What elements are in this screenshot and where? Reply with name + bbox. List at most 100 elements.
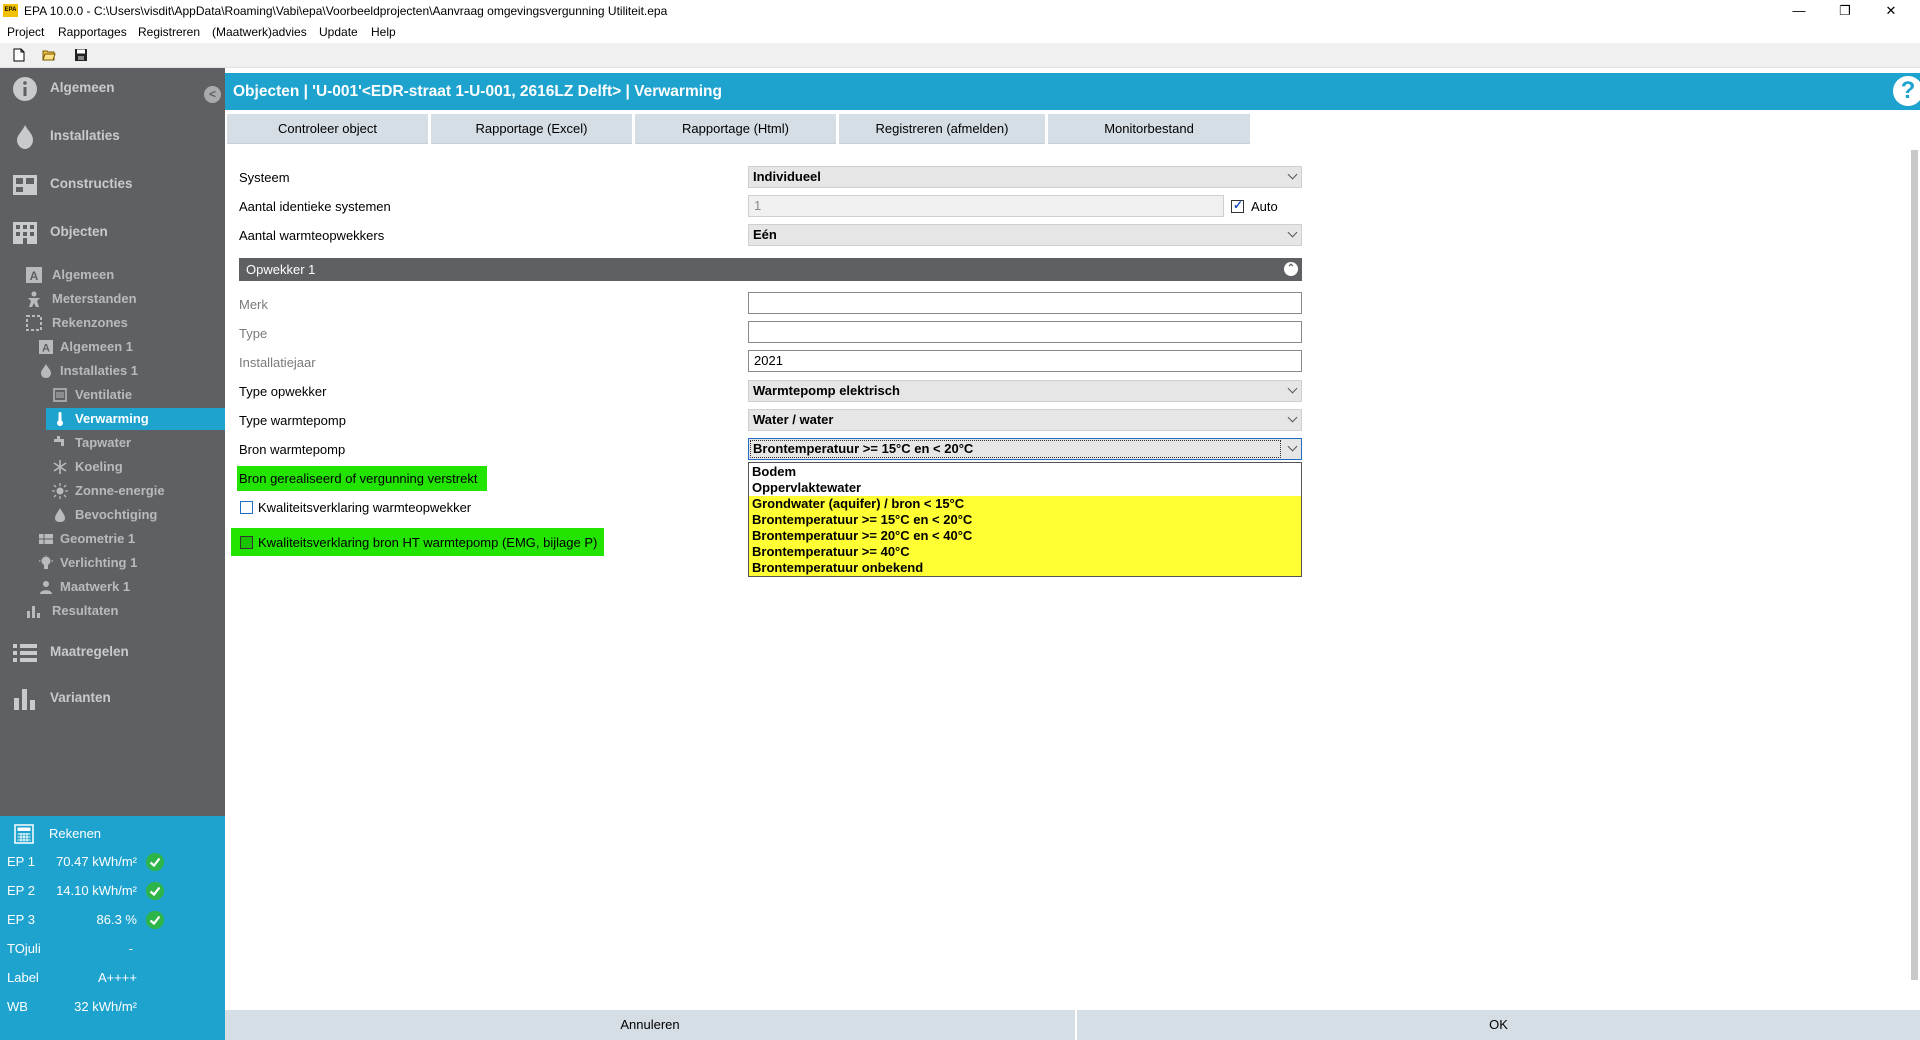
type-warmtepomp-select[interactable]: Water / water: [748, 409, 1302, 431]
nav-sub-resultaten[interactable]: Resultaten: [0, 600, 225, 622]
nav-sub-algemeen1[interactable]: A Algemeen 1: [0, 336, 225, 358]
meter-person-icon: [28, 291, 40, 307]
app-icon: EPA: [3, 4, 18, 17]
nav-sub-algemeen[interactable]: A Algemeen: [0, 264, 225, 286]
save-icon[interactable]: [74, 48, 88, 62]
dropdown-option[interactable]: Brontemperatuur onbekend: [749, 560, 1301, 576]
nav-sub-bevochtiging-label: Bevochtiging: [75, 507, 158, 522]
snowflake-icon: [53, 460, 67, 474]
calculator-icon: [14, 824, 34, 844]
auto-checkbox[interactable]: [1231, 198, 1244, 213]
flame-icon: [17, 125, 33, 149]
nav-sub-maatwerk1[interactable]: Maatwerk 1: [0, 576, 225, 598]
collapse-up-icon[interactable]: ⌃: [1284, 262, 1298, 276]
bron-warmtepomp-select[interactable]: Brontemperatuur >= 15°C en < 20°C: [748, 438, 1302, 460]
nav-sub-rekenzones[interactable]: Rekenzones: [0, 312, 225, 334]
sun-icon: [52, 483, 68, 499]
letter-a-icon: A: [39, 340, 53, 355]
geometry-icon: [39, 534, 53, 544]
open-folder-icon[interactable]: [42, 48, 56, 62]
menu-project[interactable]: Project: [7, 25, 44, 39]
type-opwekker-select[interactable]: Warmtepomp elektrisch: [748, 380, 1302, 402]
dropdown-option[interactable]: Brontemperatuur >= 40°C: [749, 544, 1301, 560]
dropdown-option[interactable]: Brontemperatuur >= 15°C en < 20°C: [749, 512, 1301, 528]
lamp-icon: [39, 555, 53, 569]
kwaliteit-opwekker-checkbox[interactable]: [240, 501, 253, 514]
minimize-button[interactable]: —: [1776, 1, 1822, 21]
menu-update[interactable]: Update: [319, 25, 358, 39]
list-icon: [13, 644, 37, 662]
new-file-icon[interactable]: [12, 48, 26, 62]
nav-sub-meterstanden[interactable]: Meterstanden: [0, 288, 225, 310]
help-icon[interactable]: ?: [1893, 76, 1920, 106]
registreren-afmelden-button[interactable]: Registreren (afmelden): [839, 114, 1045, 144]
result-value: -: [128, 941, 133, 956]
nav-sub-koeling[interactable]: Koeling: [0, 456, 225, 478]
chevron-down-icon: [1287, 412, 1298, 423]
annuleren-button[interactable]: Annuleren: [225, 1010, 1075, 1040]
installatiejaar-input[interactable]: 2021: [748, 350, 1302, 372]
ok-button[interactable]: OK: [1077, 1010, 1920, 1040]
menu-maatwerkadvies[interactable]: (Maatwerk)advies: [212, 25, 307, 39]
page-title: Objecten | 'U-001'<EDR-straat 1-U-001, 2…: [233, 83, 722, 100]
toolbar: [0, 43, 1920, 68]
nav-objecten[interactable]: Objecten: [0, 212, 225, 252]
dropdown-option[interactable]: Grondwater (aquifer) / bron < 15°C: [749, 496, 1301, 512]
nav-sub-geometrie1[interactable]: Geometrie 1: [0, 528, 225, 550]
bron-gerealiseerd-highlight: Bron gerealiseerd of vergunning verstrek…: [237, 466, 487, 491]
construction-grid-icon: [13, 175, 37, 195]
vertical-scrollbar[interactable]: [1909, 110, 1920, 1010]
controleer-object-button[interactable]: Controleer object: [227, 114, 428, 144]
nav-sub-installaties1[interactable]: Installaties 1: [0, 360, 225, 382]
systeem-select[interactable]: Individueel: [748, 166, 1302, 188]
rekenen-button[interactable]: Rekenen: [0, 822, 225, 846]
type-input[interactable]: [748, 321, 1302, 343]
chevron-down-icon: [1287, 169, 1298, 180]
nav-sub-ventilatie-label: Ventilatie: [75, 387, 133, 402]
page-header: Objecten | 'U-001'<EDR-straat 1-U-001, 2…: [225, 73, 1920, 110]
dropdown-option[interactable]: Brontemperatuur >= 20°C en < 40°C: [749, 528, 1301, 544]
kwaliteit-opwekker-label: Kwaliteitsverklaring warmteopwekker: [258, 500, 472, 515]
scrollbar-thumb[interactable]: [1911, 150, 1918, 980]
dropdown-option[interactable]: Oppervlaktewater: [749, 480, 1301, 496]
result-row-tojuli: TOjuli -: [0, 937, 225, 961]
rapportage-html-button[interactable]: Rapportage (Html): [635, 114, 836, 144]
opwekker-section-header[interactable]: Opwekker 1 ⌃: [239, 258, 1302, 281]
thermometer-icon: [57, 412, 63, 426]
nav-installaties[interactable]: Installaties: [0, 116, 225, 156]
nav-sub-verlichting1[interactable]: Verlichting 1: [0, 552, 225, 574]
nav-sub-tapwater-label: Tapwater: [75, 435, 132, 450]
nav-sub-koeling-label: Koeling: [75, 459, 123, 474]
menu-rapportages[interactable]: Rapportages: [58, 25, 127, 39]
monitorbestand-button[interactable]: Monitorbestand: [1048, 114, 1250, 144]
close-button[interactable]: ✕: [1868, 1, 1914, 21]
menu-help[interactable]: Help: [371, 25, 396, 39]
aantal-identiek-input[interactable]: 1: [748, 195, 1224, 217]
installatiejaar-label: Installatiejaar: [239, 355, 316, 370]
nav-sub-zonne-energie[interactable]: Zonne-energie: [0, 480, 225, 502]
section-title: Opwekker 1: [246, 262, 316, 277]
merk-input[interactable]: [748, 292, 1302, 314]
menu-registreren[interactable]: Registreren: [138, 25, 200, 39]
check-icon: [146, 882, 164, 900]
check-icon: [146, 911, 164, 929]
nav-sub-verwarming[interactable]: Verwarming: [46, 408, 225, 430]
nav-maatregelen[interactable]: Maatregelen: [0, 632, 225, 672]
nav-constructies[interactable]: Constructies: [0, 164, 225, 204]
nav-algemeen[interactable]: Algemeen: [0, 68, 225, 108]
person-icon: [40, 581, 52, 594]
rapportage-excel-button[interactable]: Rapportage (Excel): [431, 114, 632, 144]
dropdown-option[interactable]: Bodem: [749, 464, 1301, 480]
nav-varianten[interactable]: Varianten: [0, 678, 225, 718]
aantal-opwekkers-value: Eén: [753, 227, 777, 242]
aantal-opwekkers-select[interactable]: Eén: [748, 224, 1302, 246]
nav-sub-bevochtiging[interactable]: Bevochtiging: [0, 504, 225, 526]
restore-button[interactable]: ❐: [1822, 1, 1868, 21]
kwaliteit-bron-checkbox[interactable]: [240, 536, 253, 549]
menu-bar: Project Rapportages Registreren (Maatwer…: [0, 22, 1920, 43]
nav-sub-ventilatie[interactable]: Ventilatie: [0, 384, 225, 406]
result-key: TOjuli: [7, 941, 41, 956]
result-row-wb: WB 32 kWh/m²: [0, 995, 225, 1019]
result-value: 32 kWh/m²: [74, 999, 137, 1014]
nav-sub-tapwater[interactable]: Tapwater: [0, 432, 225, 454]
